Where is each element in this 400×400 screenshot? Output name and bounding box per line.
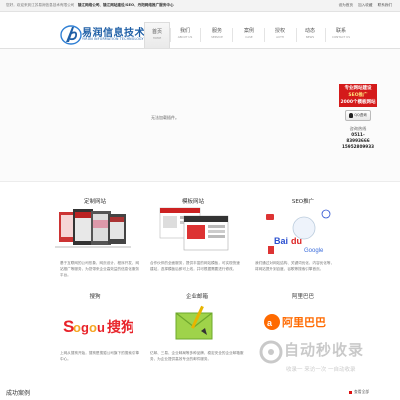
success-cases-title: 成功案例 [6,390,31,397]
watermark: 自动秒收录 收录一 来访一次 一自动收录 [258,339,388,379]
service-title-template[interactable]: 模板网站 [133,197,253,205]
custom-site-image[interactable] [55,206,135,254]
svg-text:Bai: Bai [274,236,288,246]
svg-text:阿里巴巴: 阿里巴巴 [282,315,326,329]
service-desc-seo: 我们通过对网站结构、关键词优化、内容优化等，将网站提升到百度、谷歌等搜索引擎首页… [255,261,335,271]
nav-about[interactable]: 我们 ABOUT US [173,22,197,48]
alibaba-logo[interactable]: a 阿里巴巴 [262,308,332,338]
svg-text:搜狗: 搜狗 [107,319,133,336]
svg-text:u: u [97,320,105,335]
view-all-link[interactable]: 查看全部 [349,389,369,395]
welcome-text: 您好，欢迎来到江苏易润信息技术有限公司 镇江网络公司、镇江网站建设/SEO、丹阳… [6,3,174,7]
sidebar: 专业网站建设 SEO推广 2000个模板网站 QQ咨询 咨询热线 0511- 8… [339,84,377,150]
nav-auth[interactable]: 授权 AUTH [268,22,292,48]
svg-text:o: o [89,320,97,335]
service-desc-mail: 亿邮、三易、企业邮局等多种品牌，稳定安全的企业邮箱服务，为企业提供高效专业的邮件… [150,351,244,361]
top-links: 设为首页 加入收藏 联系我们 [335,0,392,11]
svg-text:du: du [291,236,302,246]
watermark-icon [259,340,283,364]
logo-subtitle: YIRUN INFORMATION TECHNOLOGY [82,37,144,41]
service-desc-sogou: 上网从搜狗开始，搜狗是搜狐公司旗下的搜索引擎中心。 [60,351,140,361]
nav-home[interactable]: 首页 HOME [144,22,170,49]
sogou-logo[interactable]: S o g o u 搜狗 [63,310,133,340]
nav-case[interactable]: 案例 CASE [237,22,261,48]
service-title-seo[interactable]: SEO推广 [243,197,363,205]
service-desc-custom: 基于互联网的公司形象、网页设计、程序开发、网站推广等服务，为您带来企业高效益的信… [60,261,140,277]
promo-box[interactable]: 专业网站建设 SEO推广 2000个模板网站 [339,84,377,107]
slogan: 镇江网络公司、镇江网站建设/SEO、丹阳网络推广服务中心 [77,3,174,7]
nav-contact[interactable]: 联系 CONTACT US [329,22,353,48]
service-title-alibaba[interactable]: 阿里巴巴 [243,292,363,300]
logo-icon [60,25,82,45]
service-desc-template: 合作伙伴的全面服务，提供丰富的网站模板，可实现快速建站，选择模板后即可上线，并可… [150,261,240,271]
qq-consult-button[interactable]: QQ咨询 [345,110,371,121]
qq-icon [349,112,354,118]
svg-text:g: g [81,320,89,335]
nav-news[interactable]: 动态 NEWS [298,22,322,48]
envelope-icon[interactable] [172,303,218,343]
arrow-icon [349,390,352,394]
plugin-error-message: 无法加载插件。 [151,115,179,120]
set-homepage-link[interactable]: 设为首页 [339,3,353,7]
seo-image[interactable]: Bai du Google [262,206,342,256]
contact-link[interactable]: 联系我们 [378,3,392,7]
svg-text:Google: Google [304,248,324,254]
top-bar: 您好，欢迎来到江苏易润信息技术有限公司 镇江网络公司、镇江网站建设/SEO、丹阳… [0,0,400,12]
add-favorite-link[interactable]: 加入收藏 [358,3,372,7]
nav-service[interactable]: 服务 SERVICE [205,22,229,48]
service-title-mail[interactable]: 企业邮箱 [137,292,257,300]
svg-text:o: o [73,320,81,335]
template-site-image[interactable] [158,206,234,254]
hotline: 咨询热线 0511- 83993666 15952809933 [341,126,375,149]
